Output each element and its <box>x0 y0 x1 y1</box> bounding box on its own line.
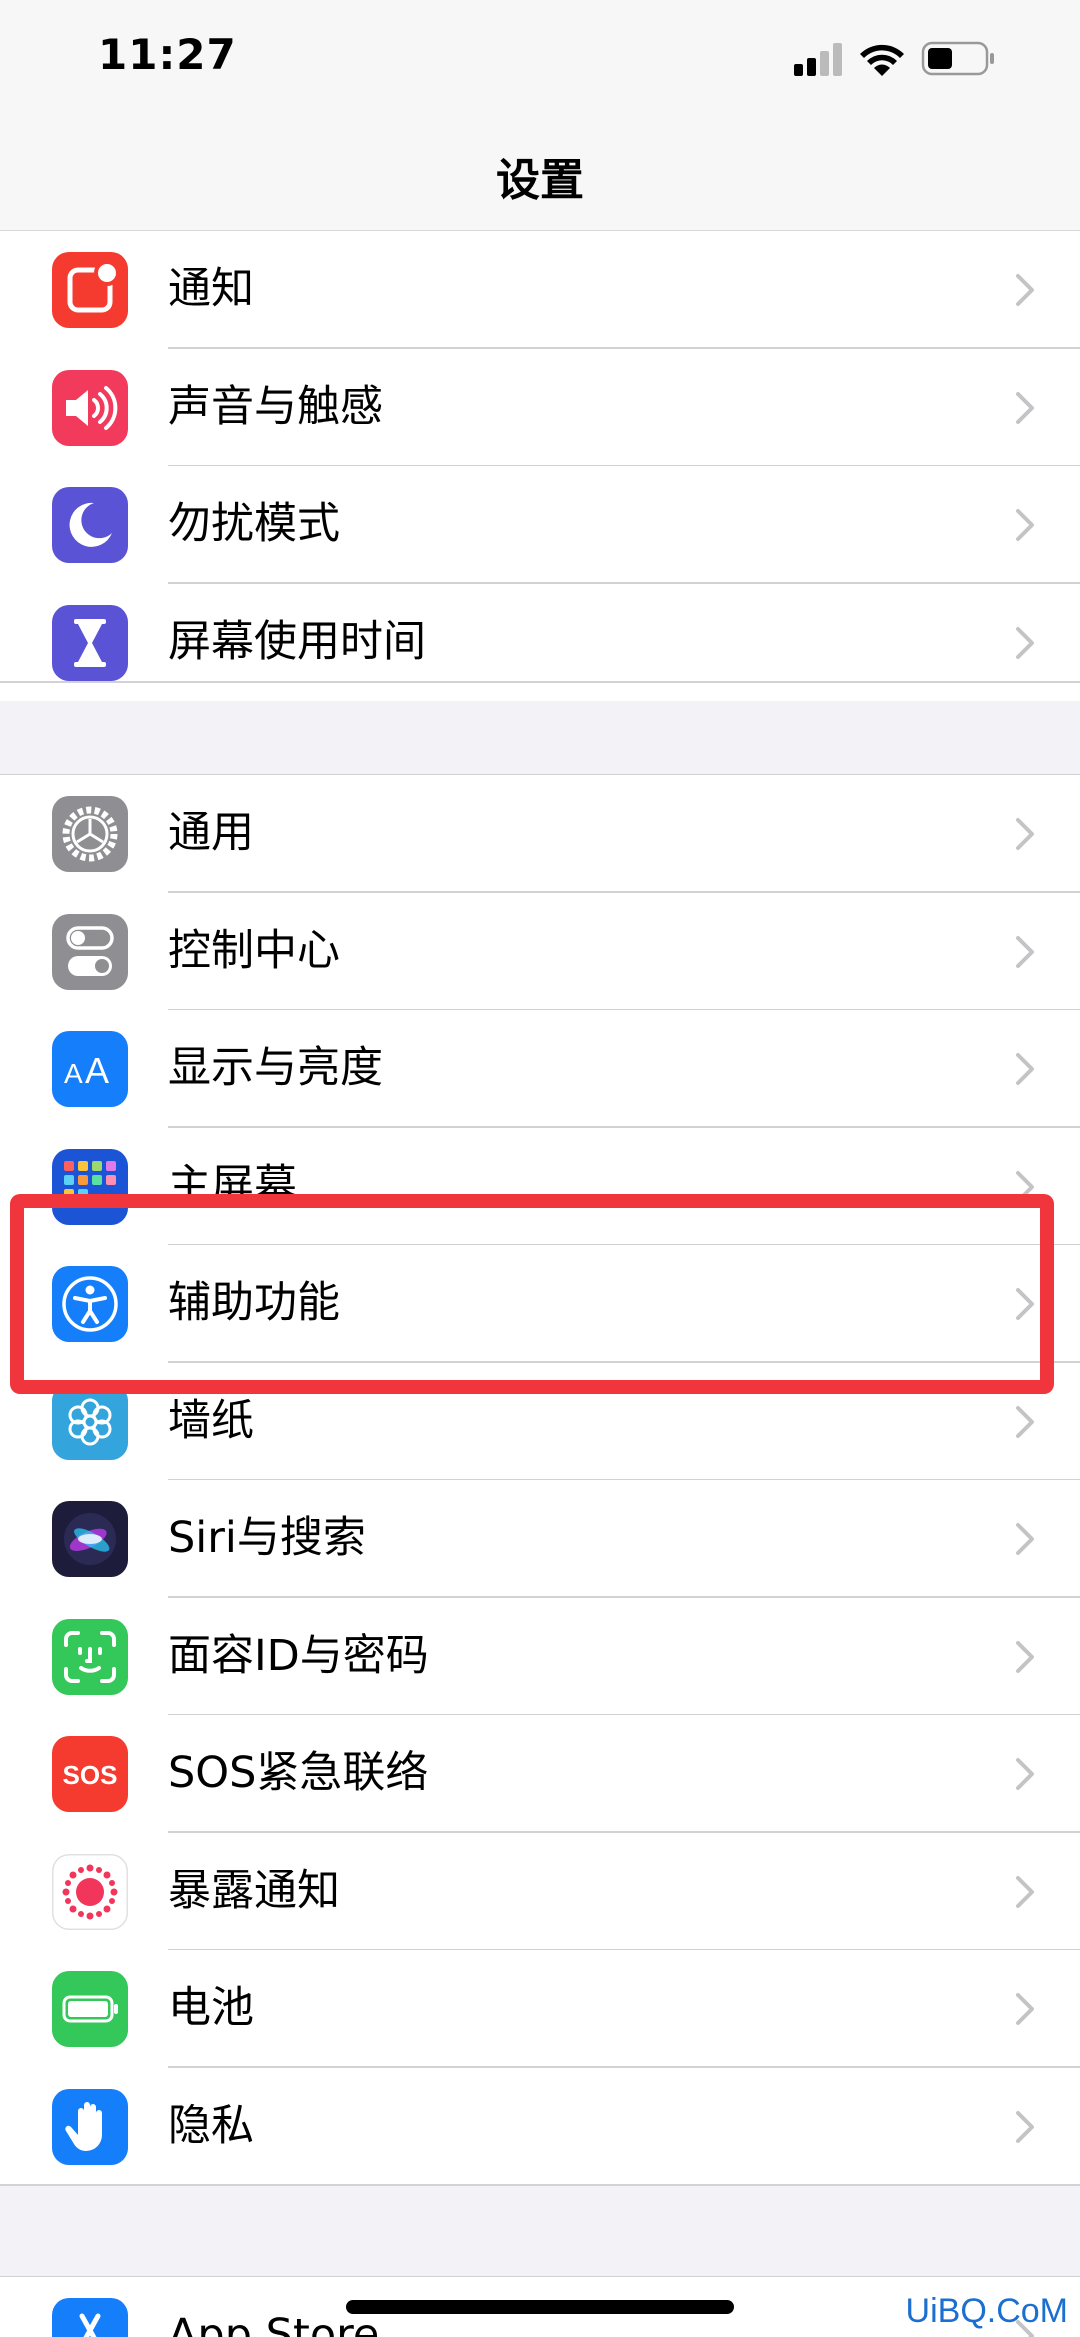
settings-row-label: 电池 <box>168 1983 254 2033</box>
chevron-right-icon <box>1016 1993 1034 2025</box>
settings-row-display[interactable]: A A 显示与亮度 <box>0 1010 1080 1128</box>
svg-text:A: A <box>64 1058 83 1089</box>
app-store-icon <box>52 2298 128 2337</box>
cellular-signal-icon <box>794 43 842 76</box>
settings-row-exposure-notifications[interactable]: 暴露通知 <box>0 1833 1080 1950</box>
settings-row-label: Siri与搜索 <box>168 1513 366 1563</box>
settings-row-label: 面容ID与密码 <box>168 1630 429 1681</box>
settings-row-label: 勿扰模式 <box>168 499 340 549</box>
settings-row-battery[interactable]: 电池 <box>0 1950 1080 2068</box>
battery-icon <box>52 1971 128 2047</box>
sounds-icon <box>52 369 128 446</box>
settings-row-label: 显示与亮度 <box>168 1043 383 1093</box>
exposure-icon <box>52 1853 128 1930</box>
settings-row-label: 通知 <box>168 264 254 314</box>
watermark: UiBQ.CoM <box>905 2292 1068 2330</box>
settings-row-privacy[interactable]: 隐私 <box>0 2068 1080 2186</box>
settings-row-label: 隐私 <box>168 2100 254 2151</box>
sos-icon-text: SOS <box>63 1760 118 1790</box>
chevron-right-icon <box>1016 935 1034 968</box>
chevron-right-icon <box>1016 1640 1034 1673</box>
chevron-right-icon <box>1016 1405 1034 1438</box>
settings-row-notifications[interactable]: 通知 <box>0 231 1080 349</box>
gear-icon <box>52 796 128 872</box>
chevron-right-icon <box>1016 1053 1034 1085</box>
moon-icon <box>52 487 128 563</box>
siri-icon <box>52 1501 128 1577</box>
settings-row-sounds[interactable]: 声音与触感 <box>0 349 1080 466</box>
settings-row-emergency-sos[interactable]: SOS SOS紧急联络 <box>0 1715 1080 1833</box>
status-bar: 11:27 <box>0 0 1080 120</box>
battery-icon <box>921 41 994 76</box>
flower-icon <box>52 1383 128 1460</box>
page-title: 设置 <box>496 155 584 206</box>
chevron-right-icon <box>1016 391 1034 424</box>
chevron-right-icon <box>1016 509 1034 541</box>
settings-row-label: 屏幕使用时间 <box>168 616 426 667</box>
settings-row-general[interactable]: 通用 <box>0 775 1080 893</box>
text-size-icon: A A <box>52 1031 128 1107</box>
settings-row-label: 声音与触感 <box>168 381 383 432</box>
settings-group-1: 通知 声音与触感 勿扰模式 屏幕使用时间 <box>0 231 1080 701</box>
chevron-right-icon <box>1016 1758 1034 1790</box>
face-id-icon <box>52 1618 128 1695</box>
hourglass-icon <box>52 604 128 681</box>
status-icons <box>794 41 994 76</box>
toggles-icon <box>52 913 128 990</box>
svg-text:A: A <box>85 1050 109 1091</box>
chevron-right-icon <box>1016 274 1034 306</box>
settings-row-face-id[interactable]: 面容ID与密码 <box>0 1598 1080 1715</box>
settings-row-label: 控制中心 <box>168 925 340 976</box>
notifications-icon <box>52 252 128 328</box>
home-indicator[interactable] <box>346 2300 734 2314</box>
chevron-right-icon <box>1016 626 1034 659</box>
settings-row-label: 暴露通知 <box>168 1865 340 1916</box>
highlight-box <box>10 1194 1054 1394</box>
settings-row-siri[interactable]: Siri与搜索 <box>0 1480 1080 1598</box>
nav-bar: 设置 <box>0 120 1080 231</box>
chevron-right-icon <box>1016 818 1034 850</box>
settings-row-label: SOS紧急联络 <box>168 1748 429 1798</box>
chevron-right-icon <box>1016 1523 1034 1555</box>
chevron-right-icon <box>1016 2110 1034 2143</box>
separator <box>0 681 1080 683</box>
hand-icon <box>52 2088 128 2165</box>
settings-row-label: 通用 <box>168 808 254 858</box>
separator <box>0 2184 1080 2186</box>
settings-group-2: 通用 控制中心 A A 显示与亮度 主屏幕 辅助功能 墙纸 Siri与搜索 面容… <box>0 775 1080 2185</box>
chevron-right-icon <box>1016 1875 1034 1908</box>
wifi-icon <box>860 44 904 76</box>
settings-row-control-center[interactable]: 控制中心 <box>0 893 1080 1010</box>
settings-row-do-not-disturb[interactable]: 勿扰模式 <box>0 466 1080 584</box>
sos-icon: SOS <box>52 1736 128 1812</box>
status-time: 11:27 <box>98 30 237 79</box>
settings-row-screen-time[interactable]: 屏幕使用时间 <box>0 584 1080 702</box>
